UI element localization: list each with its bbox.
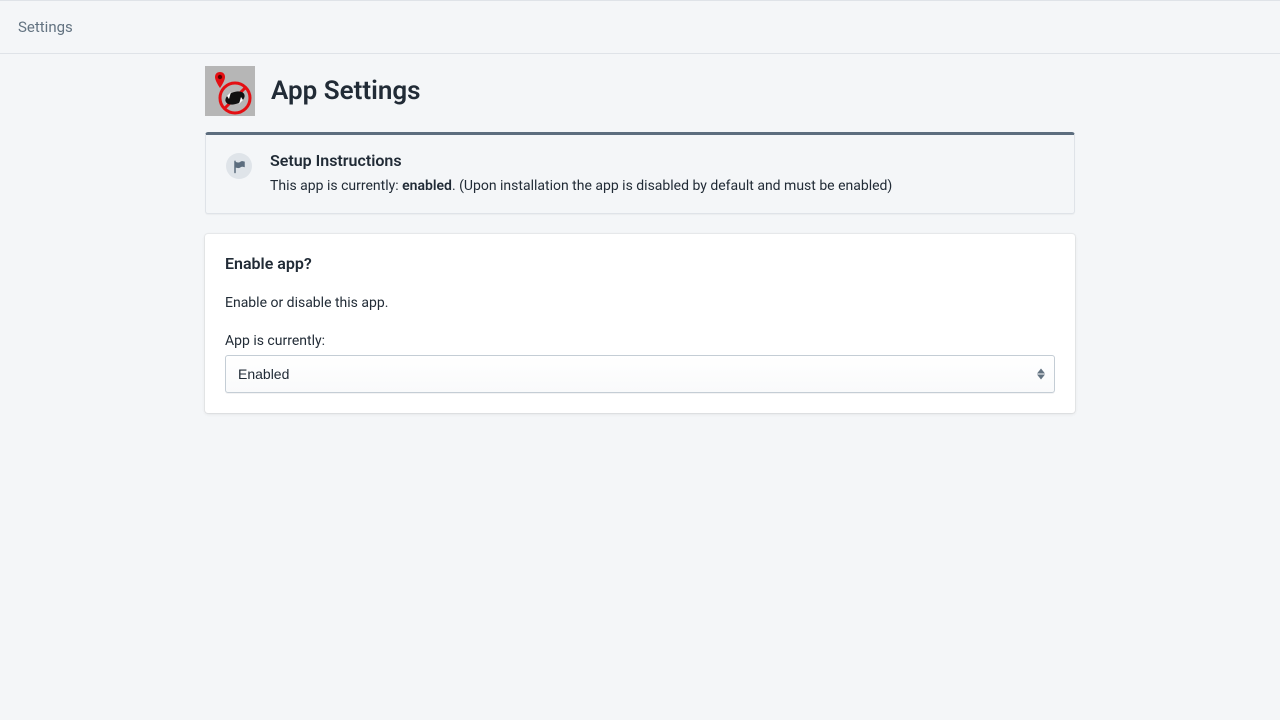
card-description: Enable or disable this app. — [225, 295, 1055, 311]
select-wrapper: EnabledDisabled — [225, 355, 1055, 393]
page-title: App Settings — [271, 76, 421, 106]
info-text: This app is currently: enabled. (Upon in… — [270, 176, 1054, 197]
page-header: App Settings — [205, 66, 1075, 132]
enable-app-card: Enable app? Enable or disable this app. … — [205, 234, 1075, 413]
card-title: Enable app? — [225, 254, 1055, 273]
main-content: App Settings Setup Instructions This app… — [205, 54, 1075, 425]
app-enable-select[interactable]: EnabledDisabled — [225, 355, 1055, 393]
flag-icon — [226, 153, 252, 179]
app-icon — [205, 66, 255, 116]
setup-instructions-card: Setup Instructions This app is currently… — [205, 132, 1075, 214]
info-text-prefix: This app is currently: — [270, 178, 402, 194]
info-title: Setup Instructions — [270, 151, 1054, 170]
info-status-word: enabled — [402, 178, 452, 194]
breadcrumb: Settings — [18, 18, 73, 36]
top-bar: Settings — [0, 0, 1280, 54]
info-content: Setup Instructions This app is currently… — [270, 151, 1054, 197]
info-text-suffix: . (Upon installation the app is disabled… — [452, 178, 892, 194]
select-label: App is currently: — [225, 333, 1055, 349]
